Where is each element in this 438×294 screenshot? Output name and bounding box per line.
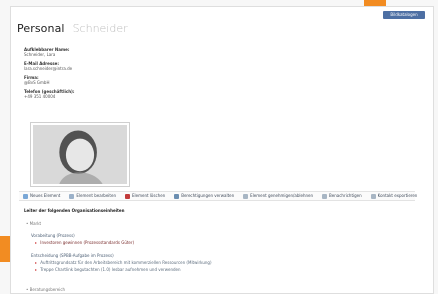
subhead-item[interactable]: Vorabeitung (Prozess) (31, 233, 75, 238)
field-email-value[interactable]: lara.schneider@intra.de (24, 66, 72, 71)
manage-permissions-label: Berechtigungen verwalten (181, 193, 235, 198)
field-name: Aufklebbarer Name: Schneider, Lara (24, 47, 69, 57)
top-right-button[interactable]: Bildkatalogen (383, 11, 425, 19)
field-name-value: Schneider, Lara (24, 52, 56, 57)
permissions-icon (174, 193, 180, 199)
field-email: E-Mail Adresse: lara.schneider@intra.de (24, 61, 72, 71)
sub-item-text[interactable]: Auftrittsgrundsatz für den Arbeitsbereic… (40, 260, 211, 265)
arrow-icon: ▸ (35, 267, 38, 272)
sub-item[interactable]: ▸ Investoren gewinnen (Prozessstandards … (35, 240, 134, 245)
field-phone: Telefon (geschäftlich): +49 351 40004 (24, 89, 74, 99)
alert-icon (322, 193, 328, 199)
bullet-item: • Beratungsbereich (26, 287, 65, 292)
edit-element-label: Element bearbeiten (76, 193, 116, 198)
delete-element-button[interactable]: Element löschen (123, 192, 167, 200)
notify-label: Benachrichtigen (329, 193, 362, 198)
delete-icon (124, 193, 130, 199)
sub-item[interactable]: ▸ Auftrittsgrundsatz für den Arbeitsbere… (35, 260, 212, 265)
new-element-label: Neues Element (30, 193, 61, 198)
new-element-button[interactable]: Neues Element (21, 192, 62, 200)
bullet-text[interactable]: Beratungsbereich (30, 287, 65, 292)
arrow-icon: ▸ (35, 240, 38, 245)
sub-item[interactable]: ▸ Treppe Chartlink begutachten (1.0) les… (35, 267, 181, 272)
profile-photo (30, 122, 130, 187)
export-contact-button[interactable]: Kontakt exportieren (369, 192, 420, 200)
field-company: Firma: @BvS GmbH (24, 75, 49, 85)
export-contact-label: Kontakt exportieren (377, 193, 418, 198)
sub-item-text[interactable]: Treppe Chartlink begutachten (1.0) lesba… (40, 267, 180, 272)
portrait-illustration (33, 125, 127, 184)
page-title: Personal (17, 22, 65, 35)
sub-item-text[interactable]: Investoren gewinnen (Prozessstandards Gü… (40, 240, 134, 245)
bullet-icon: • (26, 287, 29, 292)
edit-element-button[interactable]: Element bearbeiten (67, 192, 118, 200)
profile-panel: Bildkatalogen Personal Schneider Aufkleb… (10, 6, 434, 294)
section-title: Leiter der folgenden Organisationseinhei… (24, 208, 125, 213)
bullet-item: • Markt (26, 221, 41, 226)
approve-icon (243, 193, 249, 199)
manage-permissions-button[interactable]: Berechtigungen verwalten (172, 192, 236, 200)
edit-icon (69, 193, 75, 199)
approve-reject-label: Element genehmigen/ablehnen (250, 193, 314, 198)
bullet-icon: • (26, 221, 29, 226)
bullet-text[interactable]: Markt (30, 221, 41, 226)
toolbar: Neues Element Element bearbeiten Element… (19, 191, 417, 201)
new-icon (23, 193, 28, 199)
page-subtitle: Schneider (72, 22, 128, 35)
field-company-value: @BvS GmbH (24, 80, 50, 85)
page-title-row: Personal Schneider (17, 19, 128, 35)
delete-element-label: Element löschen (131, 193, 166, 198)
approve-reject-button[interactable]: Element genehmigen/ablehnen (241, 192, 315, 200)
notify-button[interactable]: Benachrichtigen (320, 192, 364, 200)
profile-photo-image (33, 125, 127, 184)
subhead-item[interactable]: Entscheidung (SPBB-Aufgabe im Prozess) (31, 253, 114, 258)
field-phone-value[interactable]: +49 351 40004 (24, 94, 74, 99)
export-icon (370, 193, 376, 199)
arrow-icon: ▸ (35, 260, 38, 265)
